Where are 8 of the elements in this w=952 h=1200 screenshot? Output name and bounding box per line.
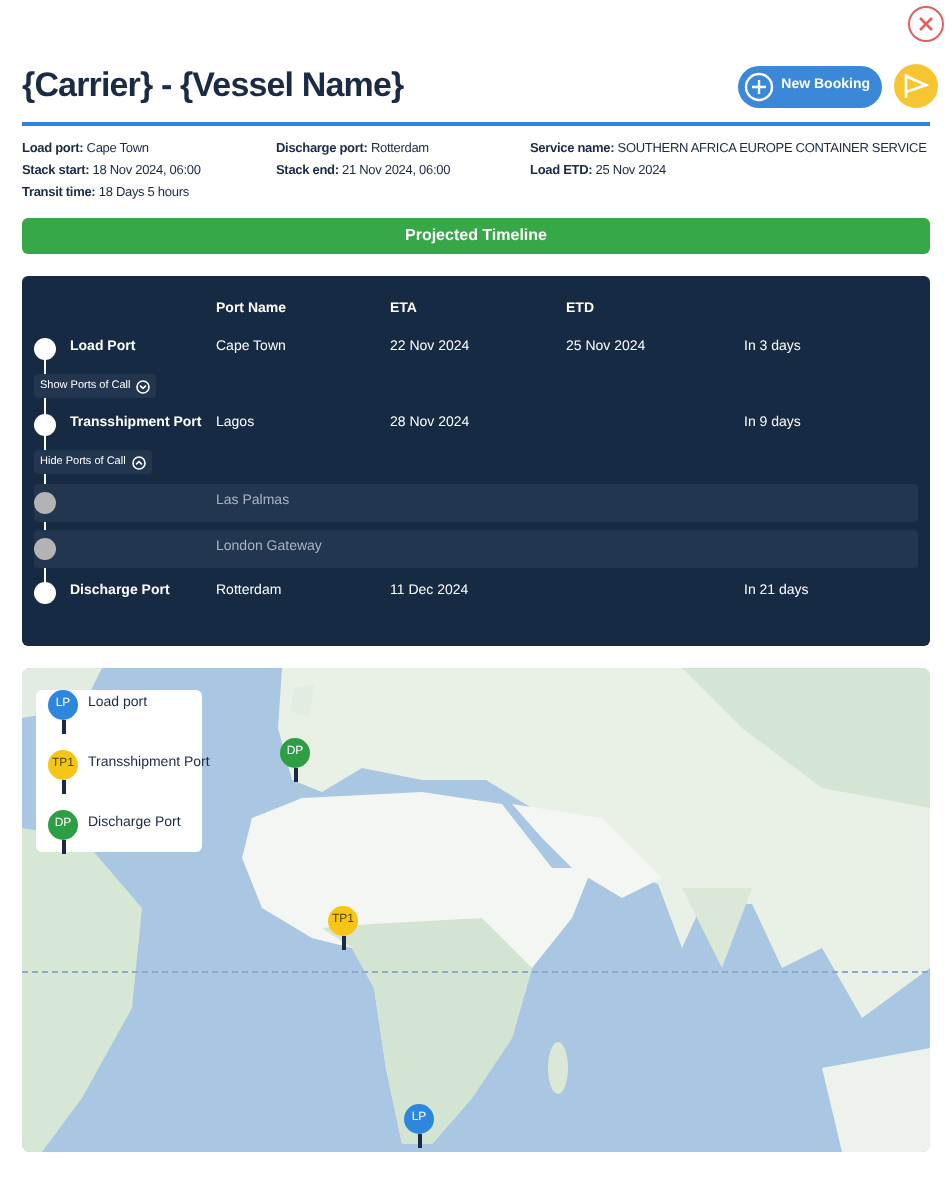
close-button[interactable] bbox=[908, 6, 944, 42]
page-title: {Carrier} - {Vessel Name} bbox=[22, 64, 406, 109]
close-icon bbox=[918, 16, 934, 32]
chevron-up-icon bbox=[131, 455, 146, 469]
flag-icon bbox=[902, 72, 930, 100]
timeline-bar: Projected Timeline bbox=[22, 218, 930, 254]
chevron-down-icon bbox=[136, 379, 151, 393]
plus-icon bbox=[743, 71, 774, 101]
